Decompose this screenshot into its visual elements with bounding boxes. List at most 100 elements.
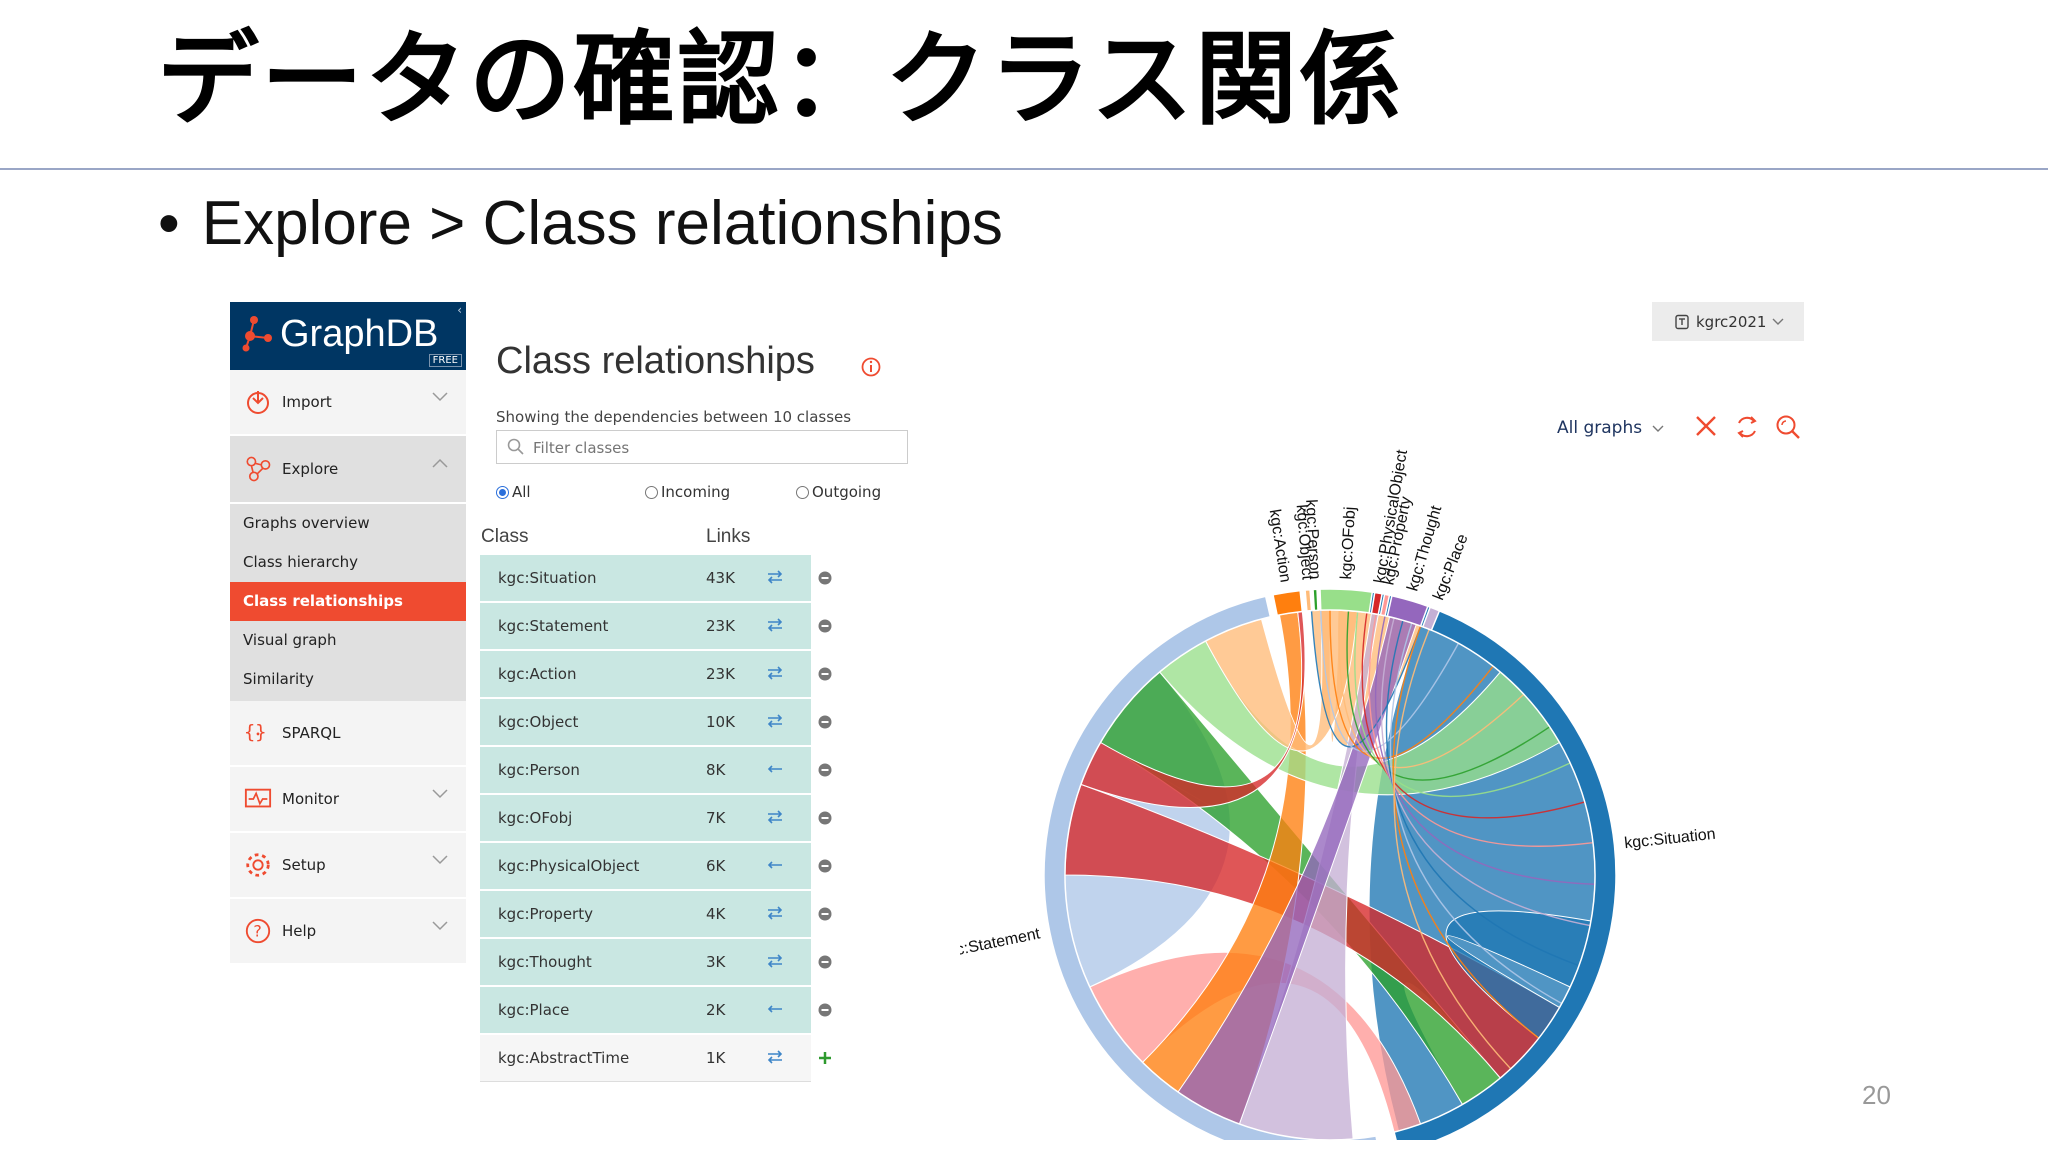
nav-graphs-overview[interactable]: Graphs overview: [230, 504, 466, 543]
remove-class-icon[interactable]: [818, 619, 832, 637]
table-row[interactable]: kgc:Situation 43K: [480, 555, 846, 601]
close-icon[interactable]: [1694, 414, 1718, 438]
radio-all-button: [496, 485, 509, 499]
chord-label: kgc:Place: [1430, 532, 1471, 603]
column-header-links[interactable]: Links: [706, 526, 750, 548]
row-links: 23K: [706, 665, 735, 683]
remove-class-icon[interactable]: [818, 571, 832, 589]
row-class: kgc:Thought: [498, 953, 592, 971]
nav-explore-label: Explore: [282, 460, 339, 478]
radio-all[interactable]: All: [496, 483, 531, 501]
remove-class-icon[interactable]: [818, 859, 832, 877]
info-icon[interactable]: [860, 356, 882, 378]
row-class: kgc:Statement: [498, 617, 609, 635]
remove-class-icon[interactable]: [818, 1003, 832, 1021]
row-links: 3K: [706, 953, 726, 971]
chord-group-arc[interactable]: [1304, 588, 1313, 612]
table-row[interactable]: kgc:PhysicalObject 6K: [480, 843, 846, 889]
radio-all-label: All: [512, 483, 531, 501]
table-row[interactable]: kgc:Object 10K: [480, 699, 846, 745]
row-class: kgc:PhysicalObject: [498, 857, 640, 875]
chord-group-arc[interactable]: [1319, 588, 1374, 614]
chevron-down-icon: [432, 789, 448, 799]
table-row[interactable]: kgc:Place 2K: [480, 987, 846, 1033]
row-class: kgc:OFobj: [498, 809, 573, 827]
help-icon: ?: [244, 917, 272, 945]
table-row[interactable]: kgc:AbstractTime 1K: [480, 1035, 846, 1082]
filter-classes-input[interactable]: [531, 431, 905, 465]
table-row[interactable]: kgc:Action 23K: [480, 651, 846, 697]
page-title: Class relationships: [496, 340, 815, 382]
title-divider: [0, 168, 2048, 170]
page-number: 20: [1862, 1080, 1891, 1110]
radio-outgoing-label: Outgoing: [812, 483, 882, 501]
refresh-icon[interactable]: [1734, 414, 1760, 440]
chord-group-arc[interactable]: [1312, 588, 1319, 612]
bullet-label: Explore > Class relationships: [201, 189, 1003, 258]
incoming-arrow-icon: [766, 1002, 784, 1020]
graphdb-logo-icon: [242, 316, 272, 352]
column-header-class[interactable]: Class: [481, 526, 529, 548]
gear-icon: [244, 851, 272, 879]
remove-class-icon[interactable]: [818, 763, 832, 781]
remove-class-icon[interactable]: [818, 955, 832, 973]
row-links: 8K: [706, 761, 726, 779]
nav-sparql-label: SPARQL: [282, 724, 341, 742]
table-row[interactable]: kgc:OFobj 7K: [480, 795, 846, 841]
explore-submenu: Graphs overview Class hierarchy Class re…: [230, 504, 466, 701]
remove-class-icon[interactable]: [818, 667, 832, 685]
remove-class-icon[interactable]: [818, 907, 832, 925]
graphdb-logo[interactable]: GraphDB FREE ‹: [230, 302, 466, 370]
nav-explore[interactable]: Explore: [230, 436, 466, 504]
chevron-down-icon: [432, 921, 448, 931]
slide-title: データの確認：クラス関係: [157, 21, 1403, 140]
nav-visual-graph[interactable]: Visual graph: [230, 621, 466, 660]
import-icon: [244, 388, 272, 416]
add-class-icon[interactable]: [818, 1051, 832, 1069]
table-row[interactable]: kgc:Statement 23K: [480, 603, 846, 649]
chord-group-arc[interactable]: [1272, 589, 1304, 617]
radio-outgoing[interactable]: Outgoing: [796, 483, 881, 501]
graph-filter[interactable]: All graphs: [1557, 418, 1664, 438]
remove-class-icon[interactable]: [818, 811, 832, 829]
search-icon[interactable]: [1775, 414, 1801, 440]
row-links: 10K: [706, 713, 735, 731]
nav-class-relationships[interactable]: Class relationships: [230, 582, 466, 621]
nav-import-label: Import: [282, 393, 332, 411]
row-class: kgc:Action: [498, 665, 577, 683]
table-row[interactable]: kgc:Property 4K: [480, 891, 846, 937]
incoming-arrow-icon: [766, 858, 784, 876]
bidirectional-icon: [766, 1050, 784, 1068]
sparql-icon: {}: [244, 719, 272, 747]
svg-text:?: ?: [253, 922, 261, 941]
radio-incoming-button: [645, 485, 658, 499]
chord-diagram: kgc:Situation kgc:Statement kgc:Action kgc:…: [960, 448, 1716, 1140]
radio-incoming-label: Incoming: [661, 483, 731, 501]
table-row[interactable]: kgc:Thought 3K: [480, 939, 846, 985]
nav-setup-label: Setup: [282, 856, 326, 874]
bidirectional-icon: [766, 954, 784, 972]
bidirectional-icon: [766, 570, 784, 588]
repository-selector[interactable]: kgrc2021: [1652, 302, 1804, 341]
row-class: kgc:Property: [498, 905, 593, 923]
collapse-sidebar-button[interactable]: ‹: [457, 303, 462, 317]
explore-icon: [244, 455, 272, 483]
radio-incoming[interactable]: Incoming: [645, 483, 730, 501]
chevron-down-icon: [432, 855, 448, 865]
chevron-down-icon: [432, 392, 448, 402]
bullet-text: • Explore > Class relationships: [158, 189, 1003, 258]
row-class: kgc:Place: [498, 1001, 570, 1019]
sidebar: GraphDB FREE ‹ Import Explore Graphs ove…: [230, 302, 466, 965]
nav-similarity[interactable]: Similarity: [230, 660, 466, 699]
nav-help[interactable]: ? Help: [230, 899, 466, 965]
dependencies-summary: Showing the dependencies between 10 clas…: [496, 408, 852, 426]
bidirectional-icon: [766, 666, 784, 684]
logo-text: GraphDB: [280, 313, 439, 355]
nav-sparql[interactable]: {} SPARQL: [230, 701, 466, 767]
nav-setup[interactable]: Setup: [230, 833, 466, 899]
table-row[interactable]: kgc:Person 8K: [480, 747, 846, 793]
nav-monitor[interactable]: Monitor: [230, 767, 466, 833]
nav-class-hierarchy[interactable]: Class hierarchy: [230, 543, 466, 582]
nav-import[interactable]: Import: [230, 370, 466, 436]
remove-class-icon[interactable]: [818, 715, 832, 733]
